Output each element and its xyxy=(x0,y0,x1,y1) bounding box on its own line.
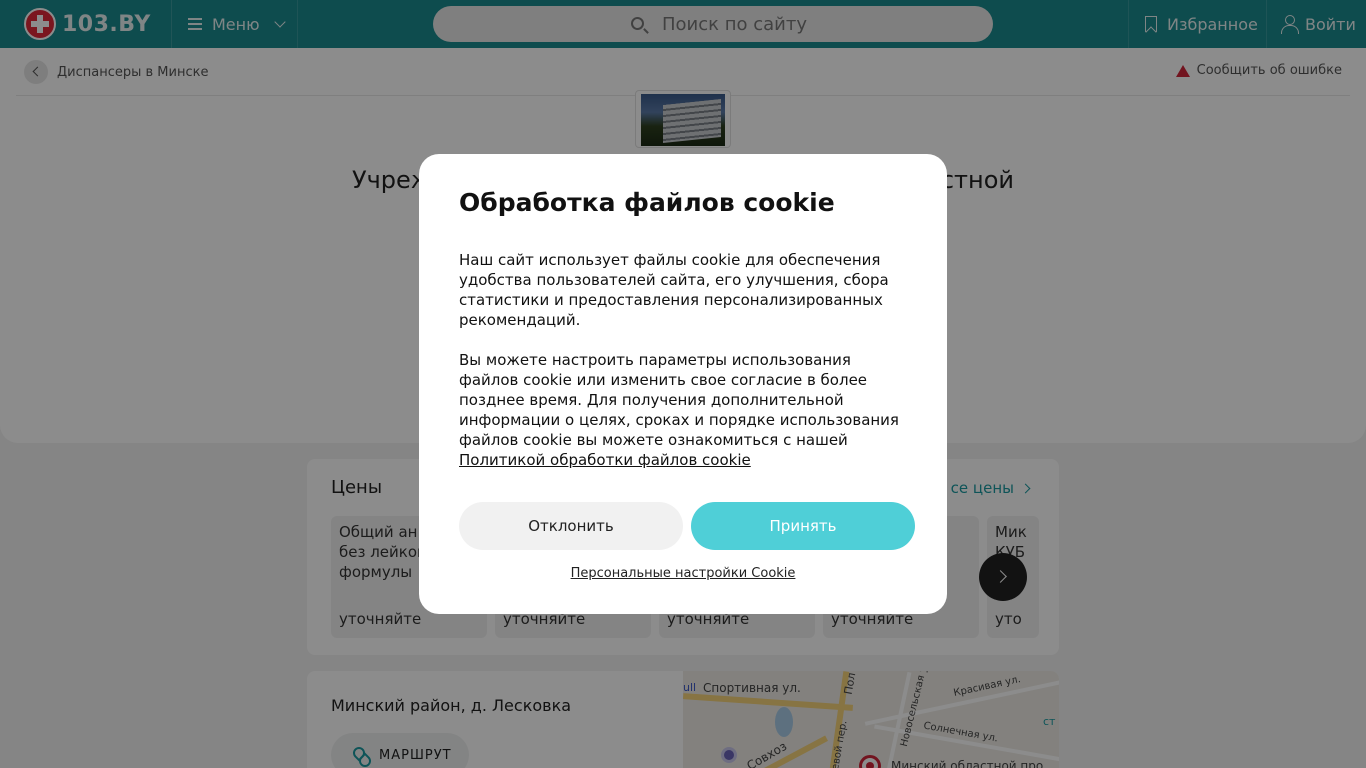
cookie-dialog-paragraph: Вы можете настроить параметры использова… xyxy=(459,350,911,470)
cookie-policy-link[interactable]: Политикой обработки файлов cookie xyxy=(459,451,751,469)
decline-button[interactable]: Отклонить xyxy=(459,502,683,550)
cookie-consent-dialog: Обработка файлов cookie Наш сайт использ… xyxy=(419,154,947,614)
cookie-dialog-paragraph-text: Вы можете настроить параметры использова… xyxy=(459,351,899,449)
cookie-settings-link[interactable]: Персональные настройки Cookie xyxy=(419,566,947,581)
accept-button[interactable]: Принять xyxy=(691,502,915,550)
cookie-dialog-title: Обработка файлов cookie xyxy=(459,188,835,217)
cookie-dialog-paragraph: Наш сайт использует файлы cookie для обе… xyxy=(459,251,889,329)
